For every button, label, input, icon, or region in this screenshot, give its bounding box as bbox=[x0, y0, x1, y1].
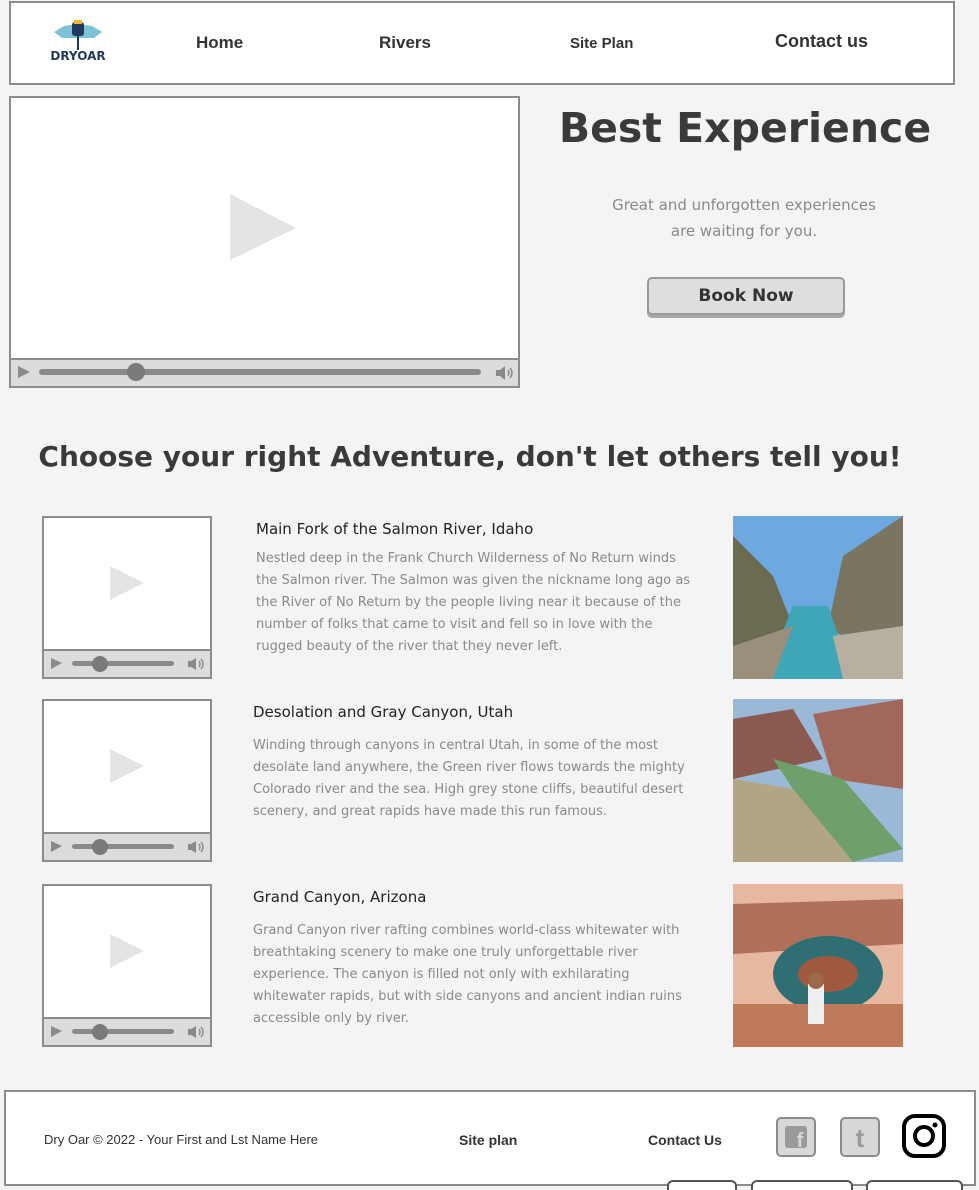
instagram-icon[interactable] bbox=[902, 1114, 946, 1158]
facebook-icon[interactable]: f bbox=[776, 1117, 816, 1157]
nav-rivers-link[interactable]: Rivers bbox=[379, 33, 431, 53]
nav-home-link[interactable]: Home bbox=[196, 33, 243, 53]
book-now-button[interactable]: Book Now bbox=[647, 277, 845, 315]
video-progress-knob[interactable] bbox=[92, 656, 108, 672]
hero-subtitle-line: are waiting for you. bbox=[670, 222, 818, 240]
footer-tab bbox=[751, 1180, 853, 1190]
play-icon[interactable] bbox=[110, 566, 146, 602]
footer-tab bbox=[866, 1180, 963, 1190]
video-controls bbox=[44, 1017, 210, 1045]
nav-contact-link[interactable]: Contact us bbox=[775, 31, 868, 52]
site-header: DRYOAR Home Rivers Site Plan Contact us bbox=[9, 1, 955, 85]
video-progress-knob[interactable] bbox=[92, 1024, 108, 1040]
video-progress-knob[interactable] bbox=[127, 363, 146, 381]
svg-text:t: t bbox=[856, 1123, 865, 1153]
river-description: Nestled deep in the Frank Church Wildern… bbox=[256, 551, 691, 654]
video-progress-track[interactable] bbox=[39, 363, 481, 381]
play-icon[interactable] bbox=[110, 749, 146, 785]
dryoar-logo[interactable]: DRYOAR bbox=[50, 20, 106, 66]
volume-icon[interactable] bbox=[495, 365, 517, 381]
nav-site-plan-link[interactable]: Site Plan bbox=[570, 35, 633, 52]
svg-text:f: f bbox=[797, 1130, 804, 1152]
svg-text:DRYOAR: DRYOAR bbox=[50, 49, 105, 63]
small-play-icon[interactable] bbox=[18, 366, 32, 380]
hero-subtitle-line: Great and unforgotten experiences bbox=[612, 196, 876, 214]
video-controls bbox=[11, 358, 518, 386]
video-progress-track[interactable] bbox=[72, 1024, 174, 1040]
river-description: Winding through canyons in central Utah,… bbox=[253, 738, 685, 819]
river-title: Grand Canyon, Arizona bbox=[253, 888, 427, 906]
desolation-canyon-photo bbox=[733, 699, 903, 862]
adventure-section-title: Choose your right Adventure, don't let o… bbox=[38, 440, 902, 473]
video-progress-knob[interactable] bbox=[92, 839, 108, 855]
small-play-icon[interactable] bbox=[51, 1026, 63, 1038]
twitter-icon[interactable]: t bbox=[840, 1117, 880, 1157]
video-controls bbox=[44, 649, 210, 677]
volume-icon[interactable] bbox=[187, 1025, 207, 1039]
volume-icon[interactable] bbox=[187, 657, 207, 671]
video-progress-track[interactable] bbox=[72, 839, 174, 855]
hero-title: Best Experience bbox=[558, 104, 932, 152]
copyright-text: Dry Oar © 2022 - Your First and Lst Name… bbox=[44, 1132, 319, 1147]
footer-contact-link[interactable]: Contact Us bbox=[648, 1132, 722, 1148]
hero-video-player[interactable] bbox=[9, 96, 520, 388]
small-play-icon[interactable] bbox=[51, 841, 63, 853]
river-video-player[interactable] bbox=[42, 884, 212, 1047]
video-controls bbox=[44, 832, 210, 860]
play-icon[interactable] bbox=[110, 934, 146, 970]
hero-subtitle: Great and unforgotten experiences are wa… bbox=[600, 192, 888, 244]
footer-tab bbox=[667, 1180, 737, 1190]
salmon-river-photo bbox=[733, 516, 903, 679]
river-video-player[interactable] bbox=[42, 699, 212, 862]
river-title: Desolation and Gray Canyon, Utah bbox=[253, 703, 514, 721]
river-description: Grand Canyon river rafting combines worl… bbox=[253, 923, 682, 1026]
volume-icon[interactable] bbox=[187, 840, 207, 854]
footer-site-plan-link[interactable]: Site plan bbox=[459, 1132, 517, 1148]
video-progress-track[interactable] bbox=[72, 656, 174, 672]
small-play-icon[interactable] bbox=[51, 658, 63, 670]
river-video-player[interactable] bbox=[42, 516, 212, 679]
site-footer: Dry Oar © 2022 - Your First and Lst Name… bbox=[4, 1090, 976, 1186]
grand-canyon-photo bbox=[733, 884, 903, 1047]
play-icon[interactable] bbox=[230, 194, 300, 262]
river-title: Main Fork of the Salmon River, Idaho bbox=[256, 520, 534, 538]
